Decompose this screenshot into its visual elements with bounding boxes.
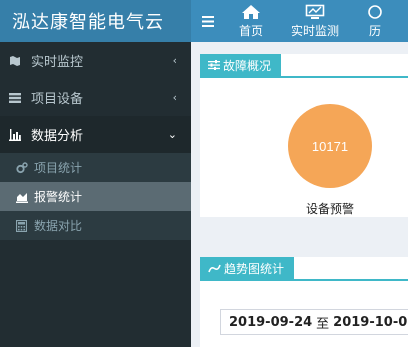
nav-history-label: 历 xyxy=(369,23,382,38)
submenu-item-project-stats[interactable]: 项目统计 xyxy=(0,153,191,182)
sidebar-item-label: 项目设备 xyxy=(31,92,84,107)
calculator-icon xyxy=(16,219,30,232)
sidebar-item-label: 实时监控 xyxy=(31,55,84,70)
sidebar-submenu: 项目统计 报警统计 数据对比 xyxy=(0,153,191,240)
chevron-left-icon: ‹ xyxy=(172,54,177,67)
submenu-item-label: 报警统计 xyxy=(34,190,83,204)
nav-realtime-label: 实时监测 xyxy=(291,23,340,38)
top-navbar: 首页 实时监测 历 xyxy=(191,0,408,42)
warning-count-value: 10171 xyxy=(311,138,349,154)
fault-overview-tab[interactable]: 故障概况 xyxy=(200,54,282,76)
sidebar-item-label: 数据分析 xyxy=(31,129,84,144)
main-content: 故障概况 10171 设备预警 趋势图统计 2019-09-24 至 2019-… xyxy=(191,42,408,347)
sidebar-item-data-analysis[interactable]: 数据分析 ⌄ xyxy=(0,116,191,153)
nav-history[interactable]: 历 xyxy=(353,0,383,42)
sidebar-item-realtime-monitor[interactable]: 实时监控 ‹ xyxy=(0,42,191,79)
home-icon xyxy=(242,4,260,19)
bar-chart-icon xyxy=(9,128,25,141)
fault-overview-panel: 故障概况 10171 设备预警 xyxy=(200,54,408,217)
trend-stats-panel: 趋势图统计 2019-09-24 至 2019-10-01 ▼ xyxy=(200,257,408,347)
sliders-icon xyxy=(208,60,220,70)
warning-count-caption: 设备预警 xyxy=(305,202,354,216)
nav-realtime[interactable]: 实时监测 xyxy=(277,0,353,42)
fault-overview-title: 故障概况 xyxy=(223,58,272,73)
date-to: 2019-10-01 xyxy=(333,314,408,330)
nav-home[interactable]: 首页 xyxy=(225,0,277,42)
hamburger-icon xyxy=(202,15,214,27)
date-from: 2019-09-24 xyxy=(229,314,313,330)
date-range-select[interactable]: 2019-09-24 至 2019-10-01 ▼ xyxy=(220,309,408,335)
nav-home-label: 首页 xyxy=(239,23,264,38)
brand-title: 泓达康智能电气云 xyxy=(12,12,164,33)
warning-count-circle[interactable]: 10171 xyxy=(288,104,372,188)
panel-accent-line xyxy=(200,76,408,78)
chevron-left-icon: ‹ xyxy=(172,91,177,104)
panel-accent-line xyxy=(200,279,408,281)
submenu-item-label: 项目统计 xyxy=(34,161,83,175)
submenu-item-alarm-stats[interactable]: 报警统计 xyxy=(0,182,191,211)
sidebar-toggle-button[interactable] xyxy=(191,0,225,42)
history-icon xyxy=(368,4,382,19)
monitor-icon xyxy=(305,4,325,19)
cogs-icon xyxy=(16,161,30,174)
area-chart-icon xyxy=(16,191,30,203)
trend-stats-title: 趋势图统计 xyxy=(224,261,285,276)
chevron-down-icon: ⌄ xyxy=(167,128,177,141)
area-chart-icon xyxy=(208,264,221,273)
trend-stats-tab[interactable]: 趋势图统计 xyxy=(200,257,295,279)
brand-logo[interactable]: 泓达康智能电气云 xyxy=(0,0,191,42)
date-separator: 至 xyxy=(316,316,330,332)
sidebar-item-project-devices[interactable]: 项目设备 ‹ xyxy=(0,79,191,116)
submenu-item-label: 数据对比 xyxy=(34,219,83,233)
submenu-item-data-compare[interactable]: 数据对比 xyxy=(0,211,191,240)
list-icon xyxy=(9,92,25,104)
map-icon xyxy=(9,55,25,67)
sidebar: 实时监控 ‹ 项目设备 ‹ 数据分析 ⌄ 项目统计 报警统计 数据对比 xyxy=(0,42,191,347)
